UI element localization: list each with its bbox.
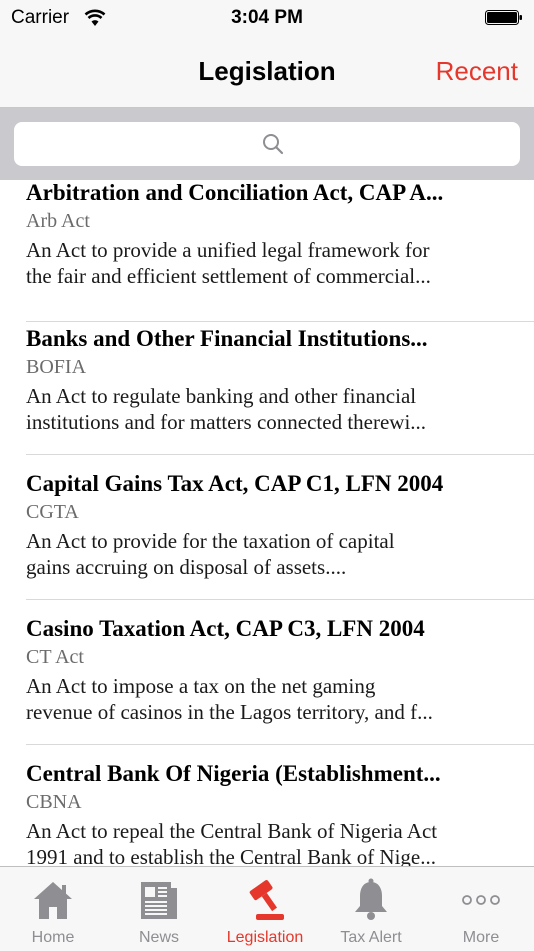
list-item[interactable]: Central Bank Of Nigeria (Establishment..…: [0, 745, 534, 866]
item-description-line: An Act to regulate banking and other fin…: [26, 384, 417, 408]
tab-news[interactable]: News: [106, 867, 212, 951]
item-abbreviation: CGTA: [26, 501, 79, 523]
item-title: Banks and Other Financial Institutions..…: [26, 326, 428, 351]
item-description-line: An Act to repeal the Central Bank of Nig…: [26, 819, 438, 843]
tab-label: Legislation: [226, 929, 304, 946]
list-item[interactable]: Casino Taxation Act, CAP C3, LFN 2004 CT…: [0, 600, 534, 745]
status-bar: Carrier 3:04 PM: [0, 0, 534, 36]
item-abbreviation: BOFIA: [26, 356, 87, 378]
tab-bar: Home News Legislation Tax Alert More: [0, 866, 534, 951]
item-description: An Act to provide for the taxation of ca…: [26, 528, 524, 580]
clock: 3:04 PM: [231, 7, 303, 28]
search-input[interactable]: [14, 122, 520, 166]
item-title: Casino Taxation Act, CAP C3, LFN 2004: [26, 616, 425, 641]
item-description-line: institutions and for matters connected t…: [26, 410, 427, 434]
item-description-line: An Act to provide a unified legal framew…: [26, 238, 430, 262]
list-item[interactable]: Arbitration and Conciliation Act, CAP A.…: [0, 180, 534, 322]
item-description: An Act to provide a unified legal framew…: [26, 237, 524, 289]
item-description-line: An Act to provide for the taxation of ca…: [26, 529, 395, 553]
item-title: Arbitration and Conciliation Act, CAP A.…: [26, 180, 444, 205]
item-abbreviation: Arb Act: [26, 210, 90, 232]
item-description: An Act to regulate banking and other fin…: [26, 383, 524, 435]
recent-button[interactable]: Recent: [436, 56, 518, 87]
tab-label: Home: [31, 929, 75, 946]
home-icon: [34, 882, 72, 919]
item-description-line: revenue of casinos in the Lagos territor…: [26, 700, 433, 724]
tab-label: More: [462, 929, 500, 946]
search-icon: [263, 134, 284, 155]
item-description-line: the fair and efficient settlement of com…: [26, 264, 431, 288]
legislation-list: Arbitration and Conciliation Act, CAP A.…: [0, 180, 534, 866]
tab-home[interactable]: Home: [0, 867, 106, 951]
item-description-line: An Act to impose a tax on the net gaming: [26, 674, 376, 698]
item-description: An Act to repeal the Central Bank of Nig…: [26, 818, 524, 866]
item-description-line: 1991 and to establish the Central Bank o…: [26, 845, 437, 866]
list-item[interactable]: Capital Gains Tax Act, CAP C1, LFN 2004 …: [0, 455, 534, 600]
tab-more[interactable]: More: [428, 867, 534, 951]
newspaper-icon: [141, 882, 177, 919]
item-abbreviation: CBNA: [26, 791, 82, 813]
tab-label: News: [138, 929, 179, 946]
tab-tax-alert[interactable]: Tax Alert: [318, 867, 424, 951]
navigation-bar: Legislation Recent: [0, 36, 534, 108]
item-description-line: gains accruing on disposal of assets....: [26, 555, 347, 579]
tab-label: Tax Alert: [340, 929, 402, 946]
bell-icon: [355, 878, 387, 920]
item-description: An Act to impose a tax on the net gaming…: [26, 673, 524, 725]
battery-icon: [485, 10, 522, 25]
list-item[interactable]: Banks and Other Financial Institutions..…: [0, 310, 534, 455]
item-title: Central Bank Of Nigeria (Establishment..…: [26, 761, 441, 786]
search-bar: [0, 108, 534, 180]
item-title: Capital Gains Tax Act, CAP C1, LFN 2004: [26, 471, 444, 496]
gavel-icon: [249, 880, 284, 920]
item-abbreviation: CT Act: [26, 646, 84, 668]
tab-legislation[interactable]: Legislation: [212, 867, 318, 951]
more-icon: [462, 895, 500, 905]
